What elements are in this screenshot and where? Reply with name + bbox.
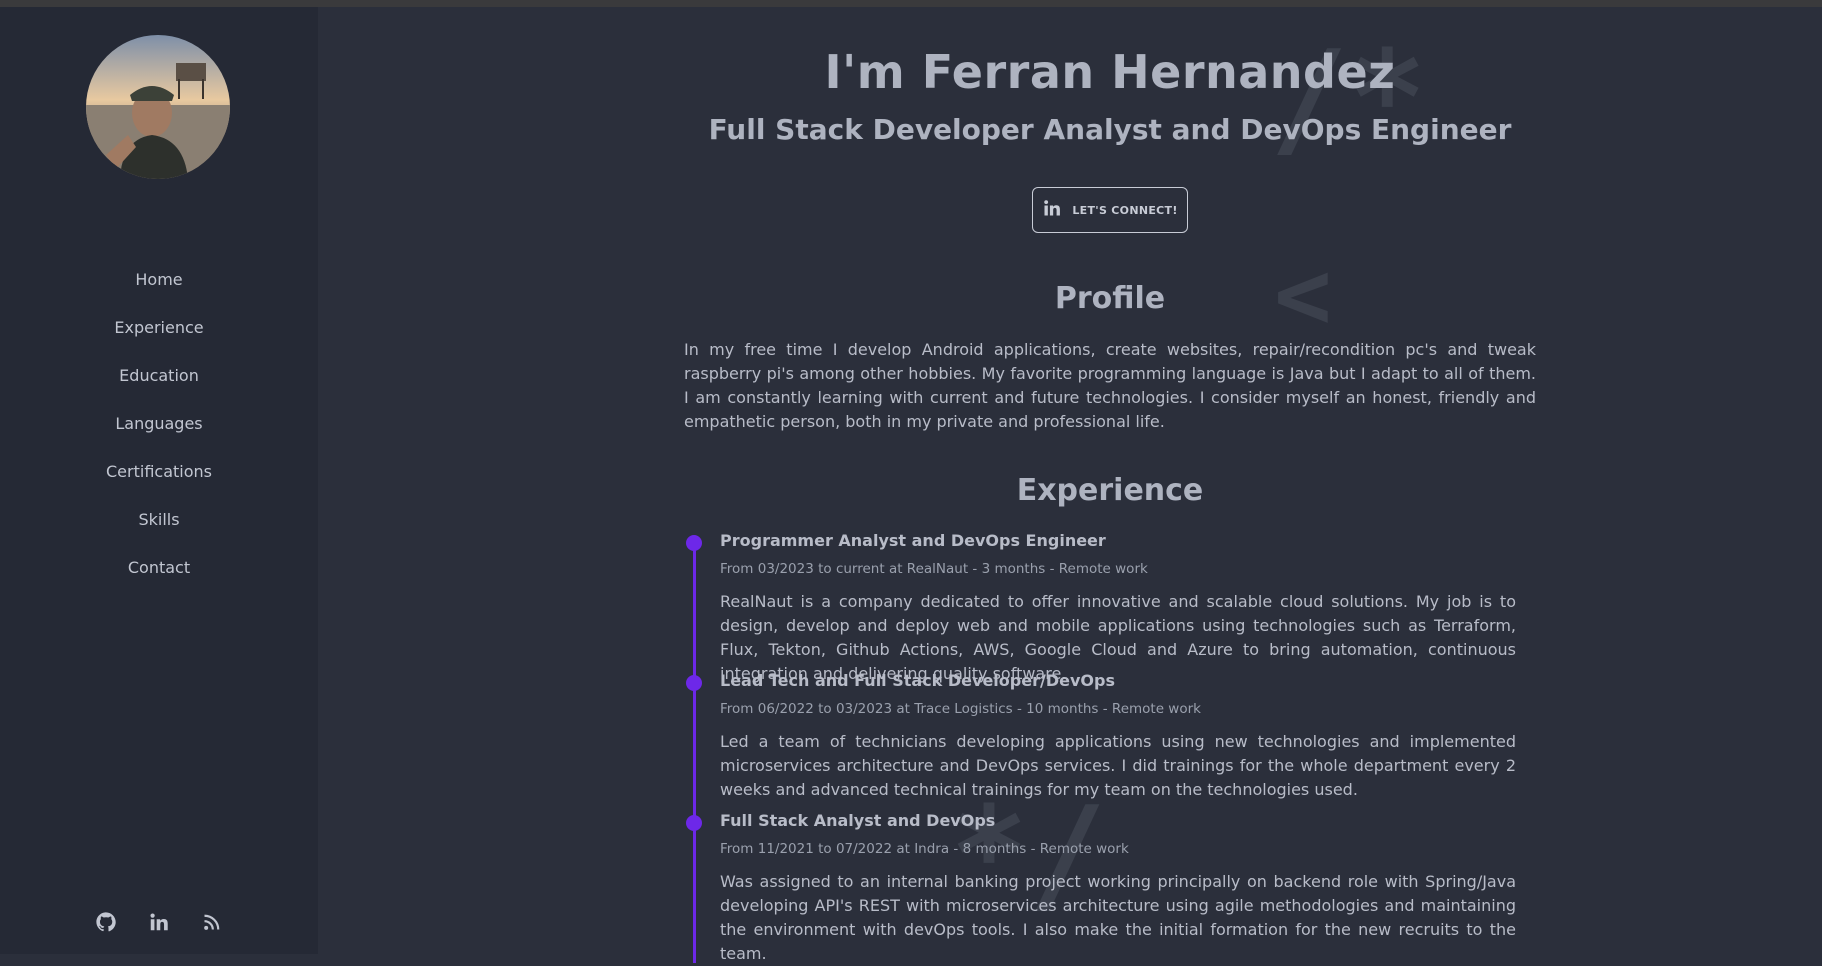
profile-text: In my free time I develop Android applic… [684, 340, 1536, 431]
job-title: Full Stack Analyst and DevOps [720, 811, 996, 830]
nav-item-home[interactable]: Home [0, 256, 318, 304]
main-content: /* < */ I'm Ferran Hernandez Full Stack … [318, 7, 1822, 963]
job-title: Programmer Analyst and DevOps Engineer [720, 531, 1106, 550]
nav-item-languages[interactable]: Languages [0, 400, 318, 448]
job-title: Lead Tech and Full Stack Developer/DevOp… [720, 671, 1115, 690]
timeline-dot [686, 675, 702, 691]
page-title: I'm Ferran Hernandez [824, 45, 1396, 99]
job-description: Was assigned to an internal banking proj… [720, 872, 1516, 963]
window-top-bar [0, 0, 1822, 7]
nav-item-contact[interactable]: Contact [0, 544, 318, 592]
lets-connect-label: LET'S CONNECT! [1072, 203, 1178, 217]
page-subtitle: Full Stack Developer Analyst and DevOps … [708, 113, 1512, 146]
lets-connect-button[interactable]: LET'S CONNECT! [1032, 187, 1188, 233]
linkedin-icon[interactable] [147, 910, 171, 934]
nav-item-education[interactable]: Education [0, 352, 318, 400]
github-icon[interactable] [94, 910, 118, 934]
job-meta: From 03/2023 to current at RealNaut - 3 … [720, 561, 1148, 577]
sidebar-nav: Home Experience Education Languages Cert… [0, 256, 318, 592]
timeline-line [693, 543, 696, 963]
rss-icon[interactable] [200, 910, 224, 934]
timeline-dot [686, 535, 702, 551]
job-description: Led a team of technicians developing app… [720, 732, 1516, 799]
timeline-dot [686, 815, 702, 831]
nav-item-experience[interactable]: Experience [0, 304, 318, 352]
linkedin-icon [1042, 198, 1062, 222]
job-meta: From 11/2021 to 07/2022 at Indra - 8 mon… [720, 841, 1129, 857]
sidebar: Home Experience Education Languages Cert… [0, 7, 318, 954]
nav-item-skills[interactable]: Skills [0, 496, 318, 544]
job-meta: From 06/2022 to 03/2023 at Trace Logisti… [720, 701, 1201, 717]
social-links [94, 907, 224, 937]
nav-item-certifications[interactable]: Certifications [0, 448, 318, 496]
avatar [86, 35, 230, 179]
experience-heading: Experience [1016, 473, 1204, 508]
profile-heading: Profile [1054, 281, 1166, 316]
